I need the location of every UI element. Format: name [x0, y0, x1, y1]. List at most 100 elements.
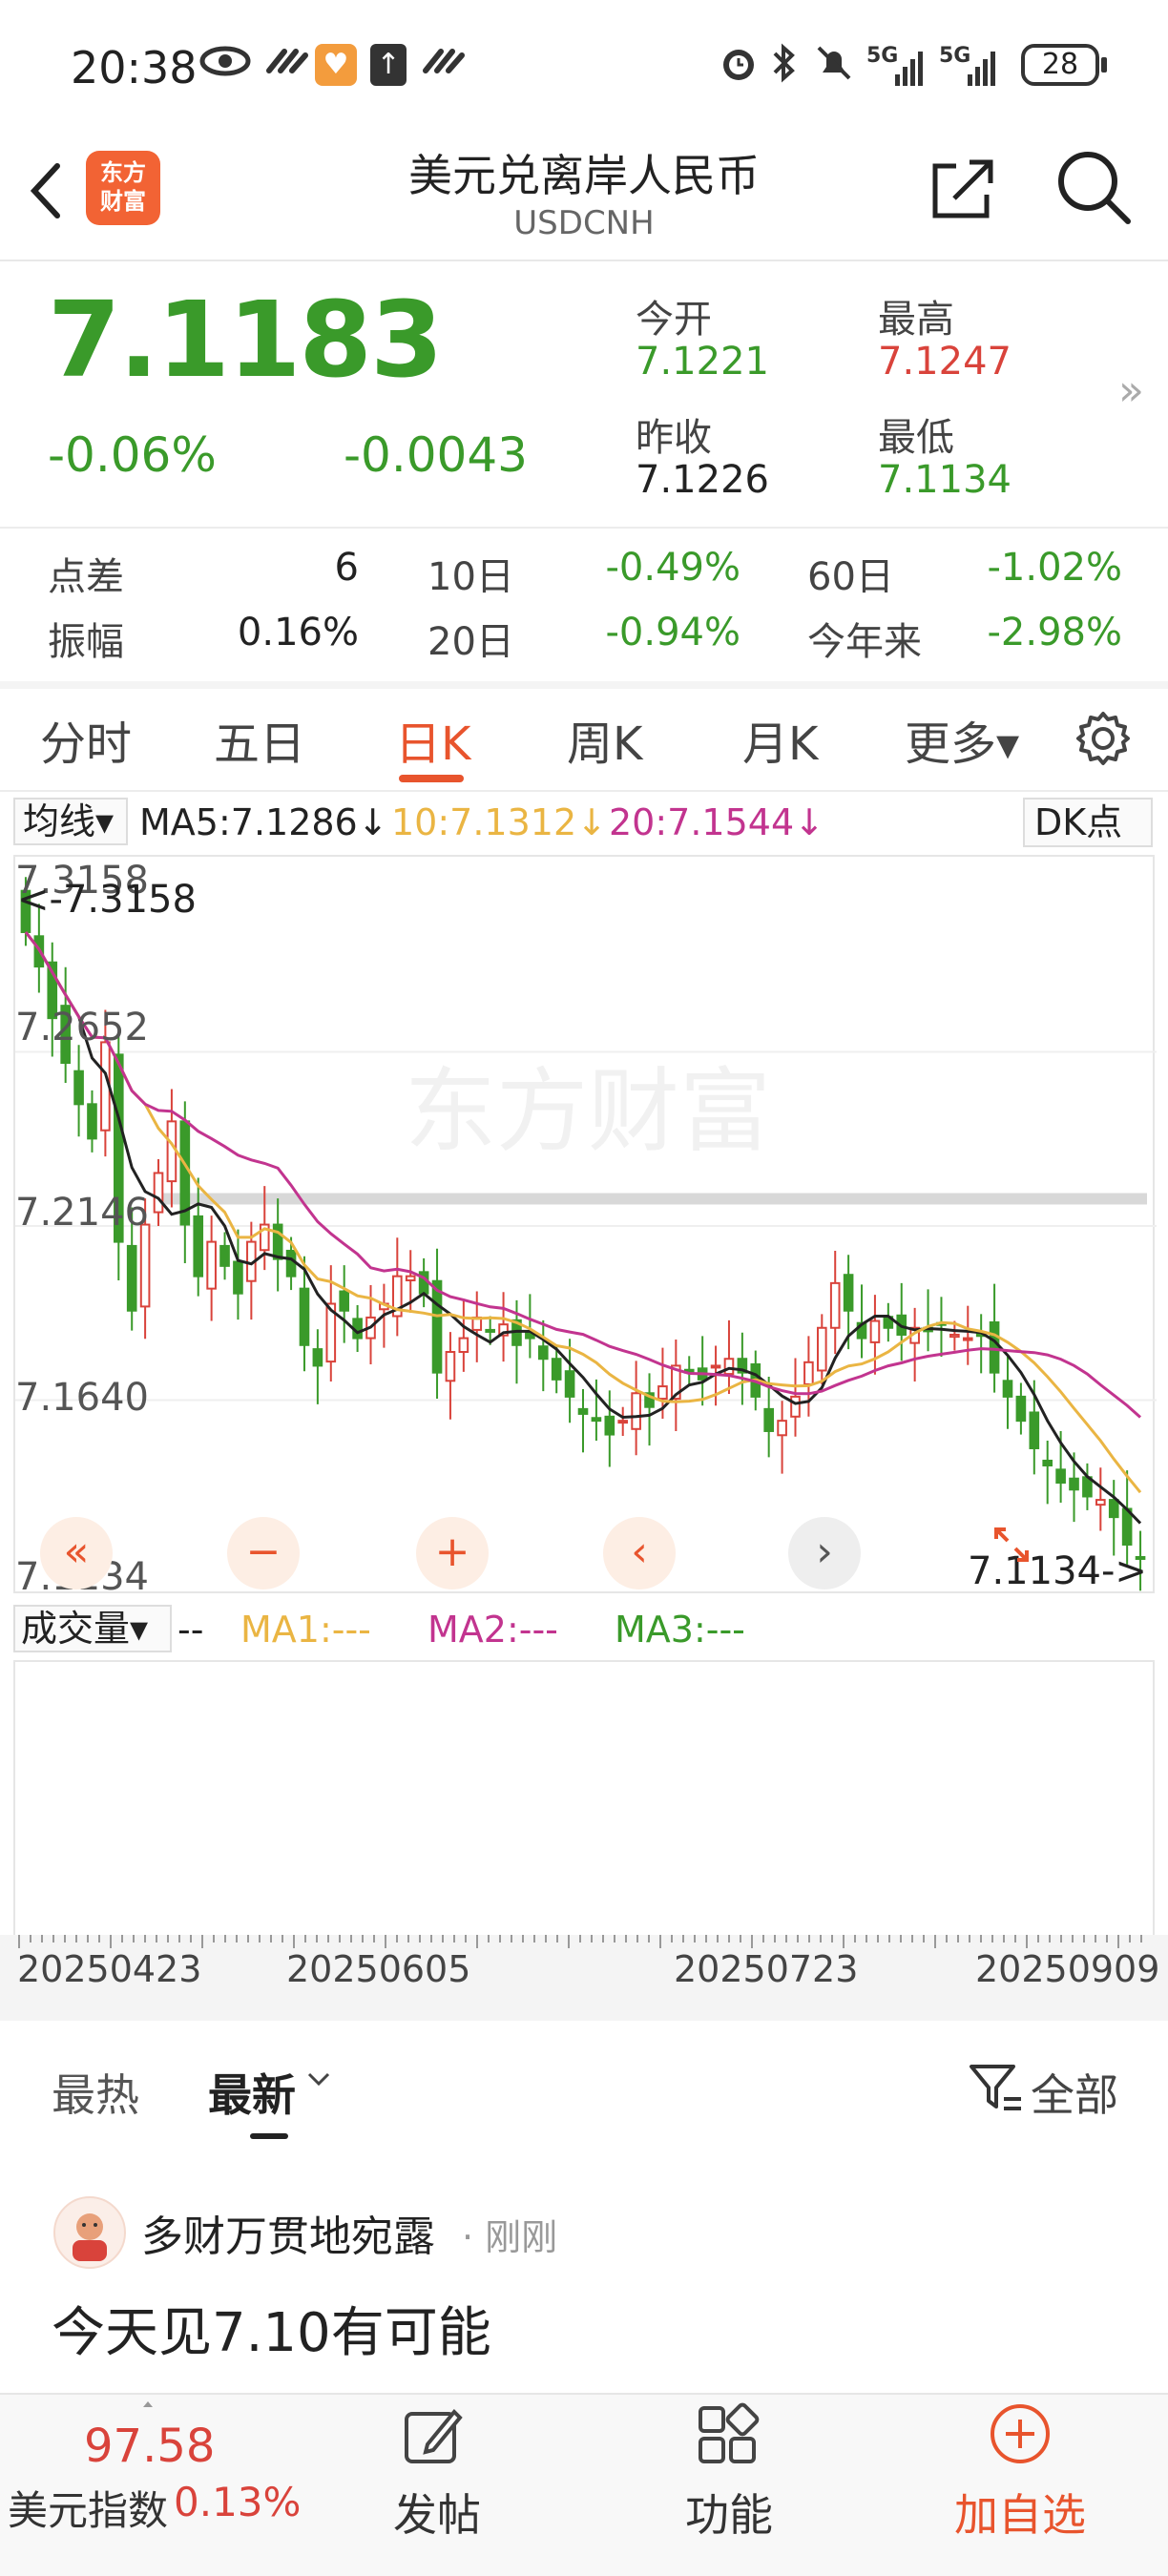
expand-quote-button[interactable]: »	[1118, 366, 1144, 415]
logo-text-line1: 东方	[100, 159, 146, 186]
post-content[interactable]: 今天见7.10有可能	[52, 2290, 491, 2367]
stats-divider	[0, 681, 1168, 689]
filter-icon	[970, 2065, 1021, 2110]
candle-body	[710, 1364, 721, 1369]
link-icon	[263, 42, 309, 86]
tab-five-day[interactable]: 五日	[214, 706, 305, 773]
candle-body	[631, 1392, 641, 1430]
search-icon	[1058, 152, 1131, 224]
tab-more[interactable]: 更多▾	[905, 706, 1019, 773]
candle-body	[843, 1274, 854, 1312]
kline-svg: 东方财富	[15, 877, 1157, 1591]
candle-body	[458, 1337, 469, 1354]
chart-rewind-button[interactable]: «	[40, 1517, 113, 1589]
volume-dash: --	[177, 1609, 204, 1651]
d60-value: -1.02%	[987, 546, 1122, 590]
alarm-icon	[718, 42, 760, 86]
chart-next-button[interactable]: ›	[788, 1517, 861, 1589]
candle-body	[299, 1287, 310, 1346]
dollar-index-value[interactable]: 97.58	[84, 2420, 215, 2473]
expand-arrows-icon	[994, 1527, 1029, 1562]
filter-label[interactable]: 全部	[1031, 2061, 1118, 2124]
ma20-legend: 20:7.1544↓	[609, 801, 824, 843]
chevron-left-icon	[30, 163, 60, 218]
status-time: 20:38	[71, 42, 198, 93]
feed-tab-hot[interactable]: 最热	[52, 2061, 139, 2124]
x-tick-2: 20250605	[286, 1948, 471, 1990]
chart-settings-button[interactable]	[1074, 710, 1132, 767]
candle-body	[962, 1337, 973, 1341]
candle-body	[339, 1290, 350, 1312]
candle-body	[1108, 1499, 1119, 1519]
candle-body	[591, 1417, 602, 1423]
candle-body	[1015, 1395, 1027, 1423]
candle-body	[790, 1395, 801, 1418]
page-title: 美元兑离岸人民币	[408, 150, 760, 201]
candle-body	[763, 1407, 774, 1432]
candle-body	[431, 1279, 443, 1374]
post-username[interactable]: 多财万贯地宛露	[141, 2202, 435, 2263]
tab-weekly-k[interactable]: 周K	[567, 706, 642, 773]
signal-bars-icon-2	[939, 46, 1000, 92]
avatar[interactable]	[53, 2196, 126, 2269]
tab-intraday[interactable]: 分时	[40, 706, 132, 773]
candle-body	[485, 1328, 495, 1333]
ma10-legend: 10:7.1312↓	[391, 801, 607, 843]
prev-close-value: 7.1226	[636, 458, 769, 502]
candle-body	[777, 1420, 787, 1437]
dk-point-button[interactable]: DK点	[1023, 798, 1153, 847]
status-bar: 20:38 ♥ ↑ 5G 5G 28	[0, 0, 1168, 124]
quote-divider	[0, 527, 1168, 529]
battery-cap	[1101, 57, 1107, 73]
volume-ma1: MA1:---	[240, 1609, 371, 1651]
share-button[interactable]	[928, 156, 998, 221]
candle-body	[1042, 1459, 1053, 1467]
high-price-marker: <-7.3158	[17, 878, 197, 922]
indicator-select[interactable]: 均线▾	[13, 798, 128, 845]
kline-chart[interactable]: 东方财富	[13, 855, 1157, 1593]
chart-prev-button[interactable]: ‹	[603, 1517, 676, 1589]
back-button[interactable]	[25, 160, 67, 232]
candle-body	[829, 1281, 841, 1329]
add-watchlist-label[interactable]: 加自选	[954, 2481, 1086, 2544]
candle-body	[723, 1358, 735, 1376]
functions-button-label[interactable]: 功能	[685, 2481, 773, 2544]
avatar-icon	[73, 2213, 107, 2261]
d20-value: -0.94%	[605, 611, 740, 654]
dollar-index-name[interactable]: 美元指数	[8, 2479, 168, 2537]
tabs-divider	[0, 790, 1168, 792]
volume-ma3: MA3:---	[615, 1609, 745, 1651]
post-edit-icon[interactable]	[401, 2404, 466, 2473]
chart-zoom-out-button[interactable]: −	[227, 1517, 300, 1589]
candle-body	[604, 1415, 615, 1436]
candle-body	[139, 1223, 151, 1308]
candle-body	[803, 1361, 814, 1385]
dollar-index-change[interactable]: 0.13%	[174, 2479, 301, 2525]
functions-grid-icon[interactable]	[695, 2402, 761, 2473]
d60-label: 60日	[807, 555, 894, 599]
spread-label: 点差	[48, 555, 124, 599]
candle-body	[193, 1215, 204, 1278]
post-time: · 刚刚	[462, 2216, 558, 2258]
change-amount: -0.0043	[344, 427, 528, 483]
volume-ma2: MA2:---	[428, 1609, 558, 1651]
volume-select[interactable]: 成交量▾	[13, 1605, 172, 1652]
logo-text-line2: 财富	[100, 188, 146, 215]
search-button[interactable]	[1055, 149, 1132, 225]
current-price: 7.1183	[48, 279, 443, 401]
caret-up-icon	[141, 2395, 155, 2413]
price-band	[158, 1193, 1147, 1205]
prev-close-label: 昨收	[636, 416, 712, 460]
mute-bell-icon	[813, 42, 855, 86]
chart-fullscreen-button[interactable]	[975, 1517, 1048, 1589]
feed-tab-new[interactable]: 最新	[208, 2061, 296, 2124]
add-watchlist-icon[interactable]	[987, 2400, 1053, 2471]
chart-zoom-in-button[interactable]: +	[416, 1517, 489, 1589]
post-button-label[interactable]: 发帖	[393, 2481, 481, 2544]
tab-monthly-k[interactable]: 月K	[742, 706, 818, 773]
candle-body	[577, 1407, 589, 1415]
candle-body	[126, 1244, 137, 1312]
upload-icon: ↑	[370, 44, 407, 86]
tab-daily-k[interactable]: 日K	[395, 706, 470, 773]
filter-button[interactable]	[966, 2057, 1025, 2116]
